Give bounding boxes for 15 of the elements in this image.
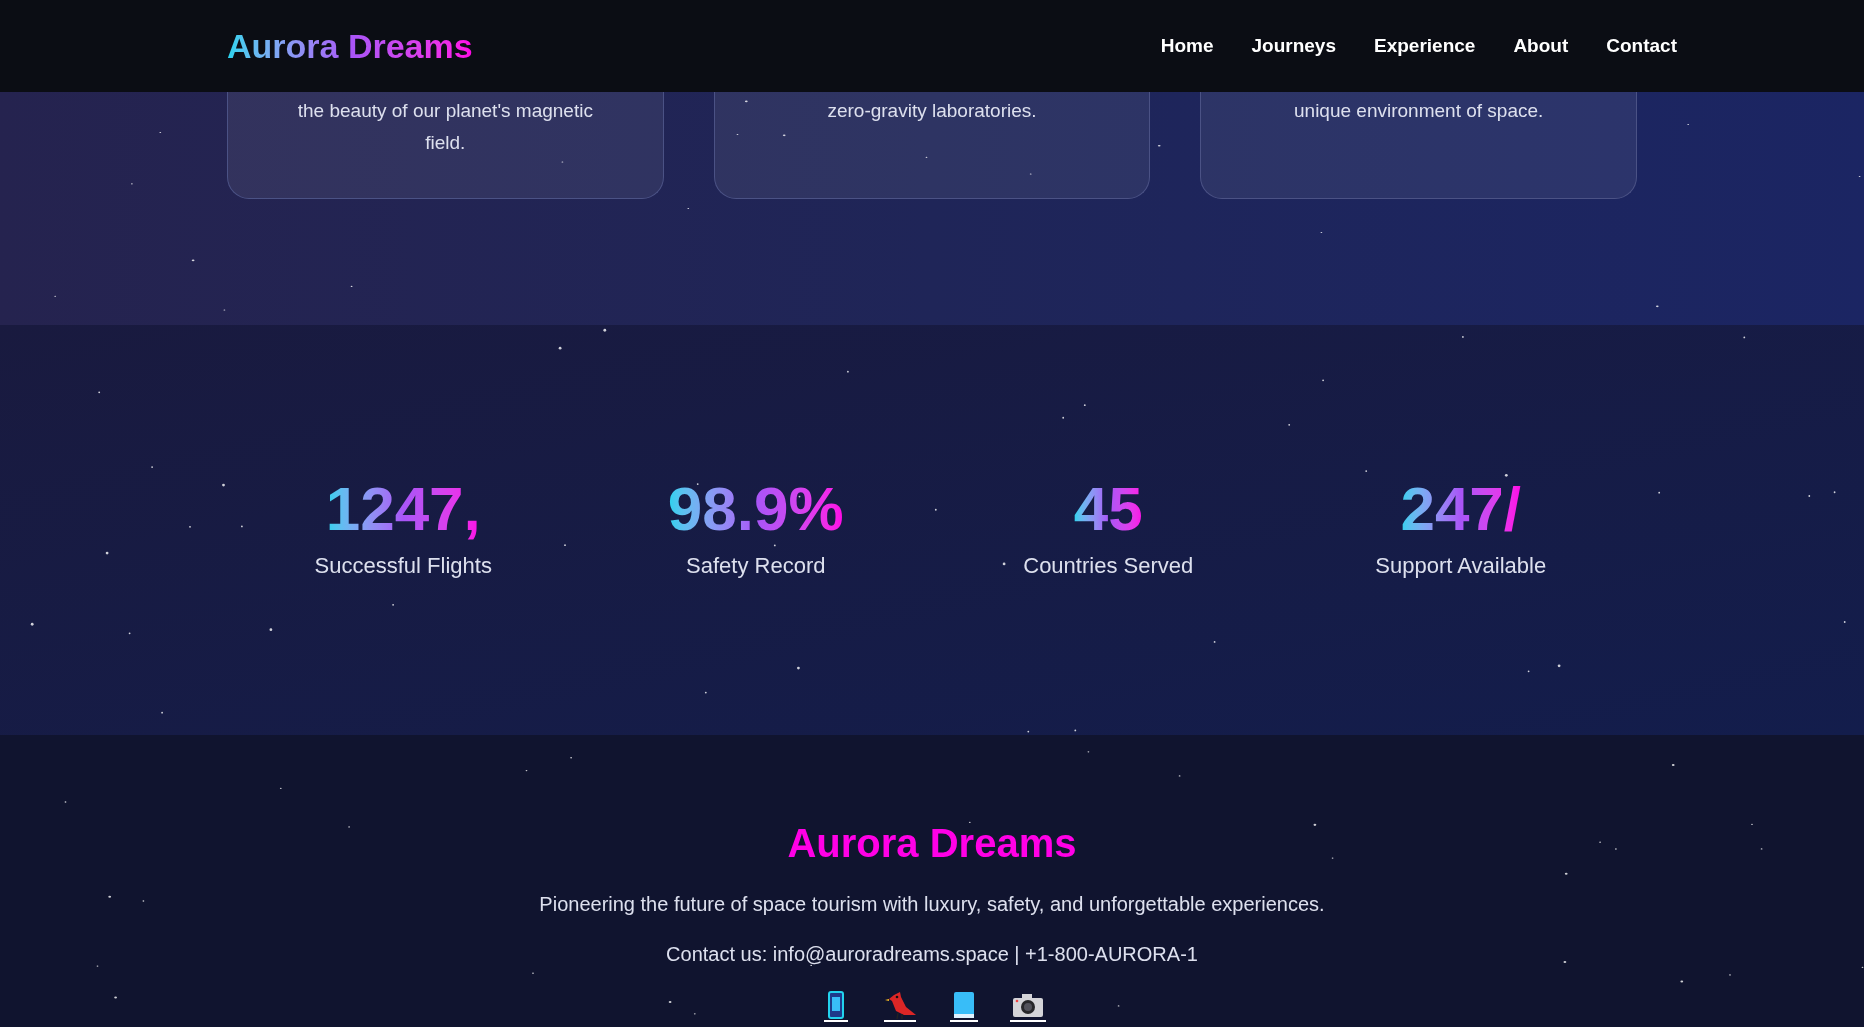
stat-label: Countries Served	[1023, 552, 1194, 580]
stat-label: Support Available	[1375, 552, 1547, 580]
nav-link[interactable]: Journeys	[1251, 31, 1336, 61]
card-text: the beauty of our planet's magnetic field.	[296, 99, 594, 155]
card-text: unique environment of space.	[1294, 99, 1544, 123]
nav-link[interactable]: Home	[1160, 31, 1214, 61]
card-text: zero-gravity laboratories.	[827, 99, 1037, 123]
footer-title: Aurora Dreams	[787, 820, 1077, 867]
footer-tagline: Pioneering the future of space tourism with luxury, safety, and unforgettable experiences.	[539, 892, 1325, 917]
nav-link[interactable]: Contact	[1606, 31, 1677, 61]
contact-text: Contact us: info@auroradreams.space | +1-800-AURORA-1	[666, 942, 1198, 967]
nav-link[interactable]: Experience	[1374, 31, 1476, 61]
stat-label: Safety Record	[686, 552, 826, 580]
nav-link[interactable]: About	[1513, 31, 1569, 61]
stat-label: Successful Flights	[314, 552, 492, 580]
